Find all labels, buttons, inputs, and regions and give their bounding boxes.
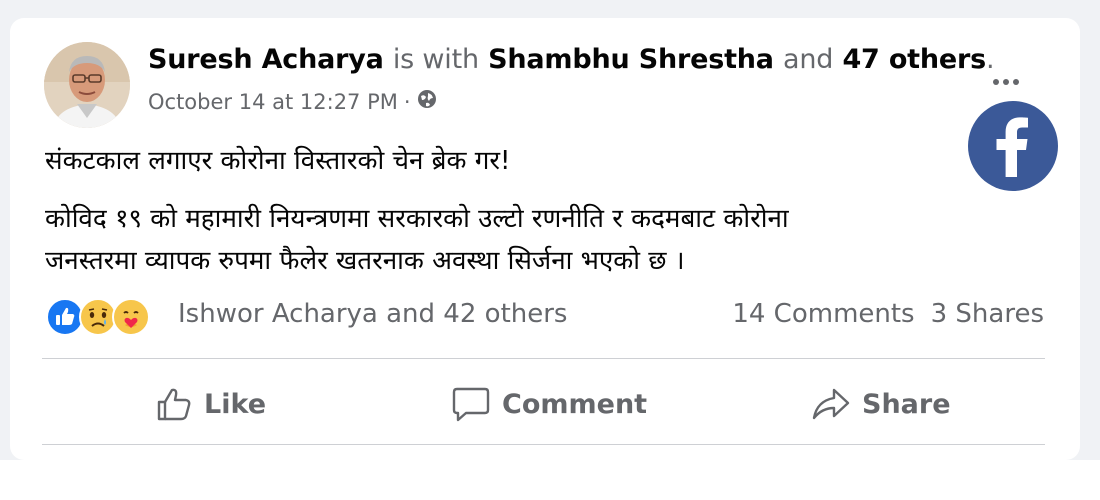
post-card: Suresh Acharya is with Shambhu Shrestha … bbox=[10, 18, 1080, 460]
and-text: and bbox=[783, 44, 834, 75]
with-text: is with bbox=[392, 44, 479, 75]
shares-count[interactable]: 3 Shares bbox=[931, 299, 1044, 329]
globe-icon bbox=[417, 89, 437, 114]
post-meta: October 14 at 12:27 PM · bbox=[148, 89, 437, 114]
like-button[interactable]: Like bbox=[154, 376, 266, 432]
facebook-logo-icon bbox=[968, 101, 1058, 191]
avatar[interactable] bbox=[44, 42, 130, 128]
post-text-line: जनस्तरमा व्यापक रुपमा फैलेर खतरनाक अवस्थ… bbox=[45, 246, 685, 276]
comment-bubble-icon bbox=[450, 384, 492, 424]
post-text-line: कोविद १९ को महामारी नियन्त्रणमा सरकारको … bbox=[45, 204, 789, 234]
divider bbox=[42, 444, 1045, 445]
share-arrow-icon bbox=[810, 384, 852, 424]
like-label: Like bbox=[204, 388, 267, 420]
share-button[interactable]: Share bbox=[810, 376, 951, 432]
author-name[interactable]: Suresh Acharya bbox=[148, 44, 384, 75]
engagement-counts: 14 Comments 3 Shares bbox=[732, 299, 1044, 329]
comment-button[interactable]: Comment bbox=[450, 376, 647, 432]
post-timestamp[interactable]: October 14 at 12:27 PM bbox=[148, 90, 398, 114]
thumbs-up-icon bbox=[154, 384, 194, 424]
share-label: Share bbox=[862, 388, 951, 420]
post-header: Suresh Acharya is with Shambhu Shrestha … bbox=[148, 44, 995, 75]
tagged-name[interactable]: Shambhu Shrestha bbox=[488, 44, 774, 75]
reaction-icons[interactable] bbox=[46, 298, 150, 336]
others-link[interactable]: 47 others bbox=[842, 44, 986, 75]
divider bbox=[42, 358, 1045, 359]
reactors-summary[interactable]: Ishwor Acharya and 42 others bbox=[178, 299, 567, 329]
care-reaction-icon bbox=[112, 298, 150, 336]
meta-separator: · bbox=[403, 89, 411, 114]
comment-label: Comment bbox=[502, 388, 648, 420]
page-footer-area bbox=[0, 460, 1100, 500]
post-text-line: संकटकाल लगाएर कोरोना विस्तारको चेन ब्रेक… bbox=[45, 146, 511, 176]
comments-count[interactable]: 14 Comments bbox=[732, 299, 914, 329]
more-options-icon[interactable] bbox=[986, 70, 1026, 94]
